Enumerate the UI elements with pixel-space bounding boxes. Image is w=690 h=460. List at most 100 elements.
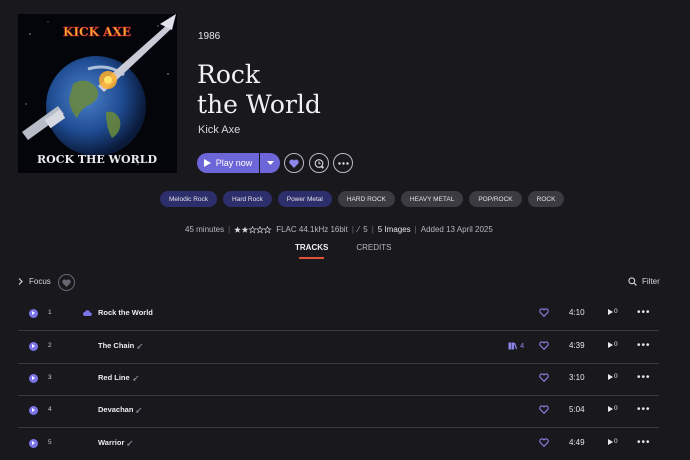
track-row[interactable]: 4 Devachan 5:04 0 ••• [18, 395, 659, 428]
track-more-icon[interactable]: ••• [637, 372, 651, 383]
track-title[interactable]: The Chain [98, 341, 143, 350]
more-options-button[interactable] [333, 153, 353, 173]
focus-favorites-button[interactable] [58, 274, 75, 291]
play-small-icon [608, 308, 613, 315]
track-play-count: 0 [608, 438, 618, 445]
chevron-right-icon [18, 278, 23, 285]
track-row[interactable]: 2 The Chain 4 4:39 0 ••• [18, 331, 659, 364]
track-versions-count: 4 [520, 341, 525, 350]
link-icon [137, 343, 143, 349]
album-meta: 45 minutes | FLAC 44.1kHz 16bit | ⁄ 5 | … [185, 225, 493, 234]
heart-outline-icon[interactable] [539, 308, 549, 317]
album-year: 1986 [198, 31, 221, 42]
album-artist[interactable]: Kick Axe [198, 124, 240, 136]
track-duration: 4:49 [569, 438, 585, 447]
genre-chip[interactable]: HEAVY METAL [400, 191, 464, 207]
filter-label: Filter [642, 277, 660, 286]
volume-icon: ⁄ [357, 225, 360, 234]
play-options-dropdown[interactable] [260, 153, 280, 173]
track-plays-value: 0 [614, 308, 618, 315]
track-more-icon[interactable]: ••• [637, 340, 651, 351]
play-small-icon [608, 341, 613, 348]
heart-icon [289, 159, 299, 168]
track-number: 1 [48, 309, 52, 316]
heart-icon [62, 278, 71, 287]
play-now-label: Play now [215, 158, 253, 168]
album-cover[interactable]: KICK AXE ROCK THE WORLD [18, 14, 177, 173]
track-plays-value: 0 [614, 373, 618, 380]
track-number: 3 [48, 374, 52, 381]
genre-chip[interactable]: Hard Rock [223, 191, 272, 207]
album-cover-art: KICK AXE ROCK THE WORLD [18, 14, 177, 173]
track-plays-value: 0 [614, 405, 618, 412]
track-play-count: 0 [608, 308, 618, 315]
track-title-text: Warrior [98, 438, 125, 447]
link-icon [136, 407, 142, 413]
genre-chip[interactable]: ROCK [527, 191, 565, 207]
track-title[interactable]: Red Line [98, 373, 139, 382]
play-small-icon [608, 373, 613, 380]
track-more-icon[interactable]: ••• [637, 307, 651, 318]
star-icon [234, 225, 272, 234]
focus-toggle[interactable]: Focus [18, 277, 51, 286]
track-duration: 5:04 [569, 405, 585, 414]
album-title-line-2: the World [197, 90, 321, 119]
play-small-icon [608, 438, 613, 445]
heart-outline-icon[interactable] [539, 341, 549, 350]
separator: | [351, 225, 354, 234]
audio-format: FLAC 44.1kHz 16bit [276, 225, 348, 234]
track-row[interactable]: 5 Warrior 4:49 0 ••• [18, 428, 659, 460]
volume-count: 5 [363, 225, 368, 234]
track-title[interactable]: Rock the World [98, 308, 153, 317]
tab-tracks[interactable]: TRACKS [295, 243, 328, 259]
tab-credits[interactable]: CREDITS [356, 243, 391, 252]
track-plays-value: 0 [614, 438, 618, 445]
images-link[interactable]: 5 Images [378, 225, 411, 234]
play-now-button[interactable]: Play now [197, 153, 259, 173]
link-icon [127, 440, 133, 446]
rating-stars[interactable] [234, 225, 272, 234]
track-versions[interactable]: 4 [508, 341, 524, 350]
track-title-text: Rock the World [98, 308, 153, 317]
play-icon [203, 159, 211, 167]
genre-chip[interactable]: Melodic Rock [160, 191, 218, 207]
track-row[interactable]: 1 Rock the World 4:10 0 ••• [18, 298, 659, 331]
track-play-icon[interactable] [29, 309, 38, 318]
ellipsis-icon [337, 161, 349, 165]
track-plays-value: 0 [614, 341, 618, 348]
filter-button[interactable]: Filter [628, 277, 660, 286]
track-title[interactable]: Warrior [98, 438, 133, 447]
track-play-count: 0 [608, 341, 618, 348]
clock-add-icon [314, 158, 324, 169]
favorite-button[interactable] [284, 153, 304, 173]
track-title[interactable]: Devachan [98, 405, 142, 414]
track-more-icon[interactable]: ••• [637, 437, 651, 448]
link-icon [132, 375, 139, 381]
genre-chip[interactable]: POP/ROCK [469, 191, 522, 207]
versions-icon [508, 342, 517, 349]
track-more-icon[interactable]: ••• [637, 404, 651, 415]
track-play-icon[interactable] [29, 374, 38, 383]
cover-album-text: ROCK THE WORLD [37, 153, 157, 166]
genre-chip[interactable]: Power Metal [277, 191, 332, 207]
chevron-down-icon [266, 161, 274, 165]
album-duration: 45 minutes [185, 225, 225, 234]
album-tabs: TRACKS CREDITS [295, 243, 391, 259]
heart-outline-icon[interactable] [539, 438, 549, 447]
history-button[interactable] [309, 153, 329, 173]
heart-outline-icon[interactable] [539, 405, 549, 414]
search-icon [628, 277, 637, 286]
track-duration: 3:10 [569, 373, 585, 382]
genre-chip[interactable]: HARD ROCK [337, 191, 395, 207]
track-play-icon[interactable] [29, 406, 38, 415]
heart-outline-icon[interactable] [539, 373, 549, 382]
track-play-icon[interactable] [29, 342, 38, 351]
track-play-count: 0 [608, 405, 618, 412]
track-row[interactable]: 3 Red Line 3:10 0 ••• [18, 363, 659, 396]
track-number: 4 [48, 406, 52, 413]
track-duration: 4:10 [569, 308, 585, 317]
focus-label: Focus [29, 277, 51, 286]
added-date: Added 13 April 2025 [420, 225, 493, 234]
cloud-icon [83, 310, 92, 316]
track-play-icon[interactable] [29, 439, 38, 448]
